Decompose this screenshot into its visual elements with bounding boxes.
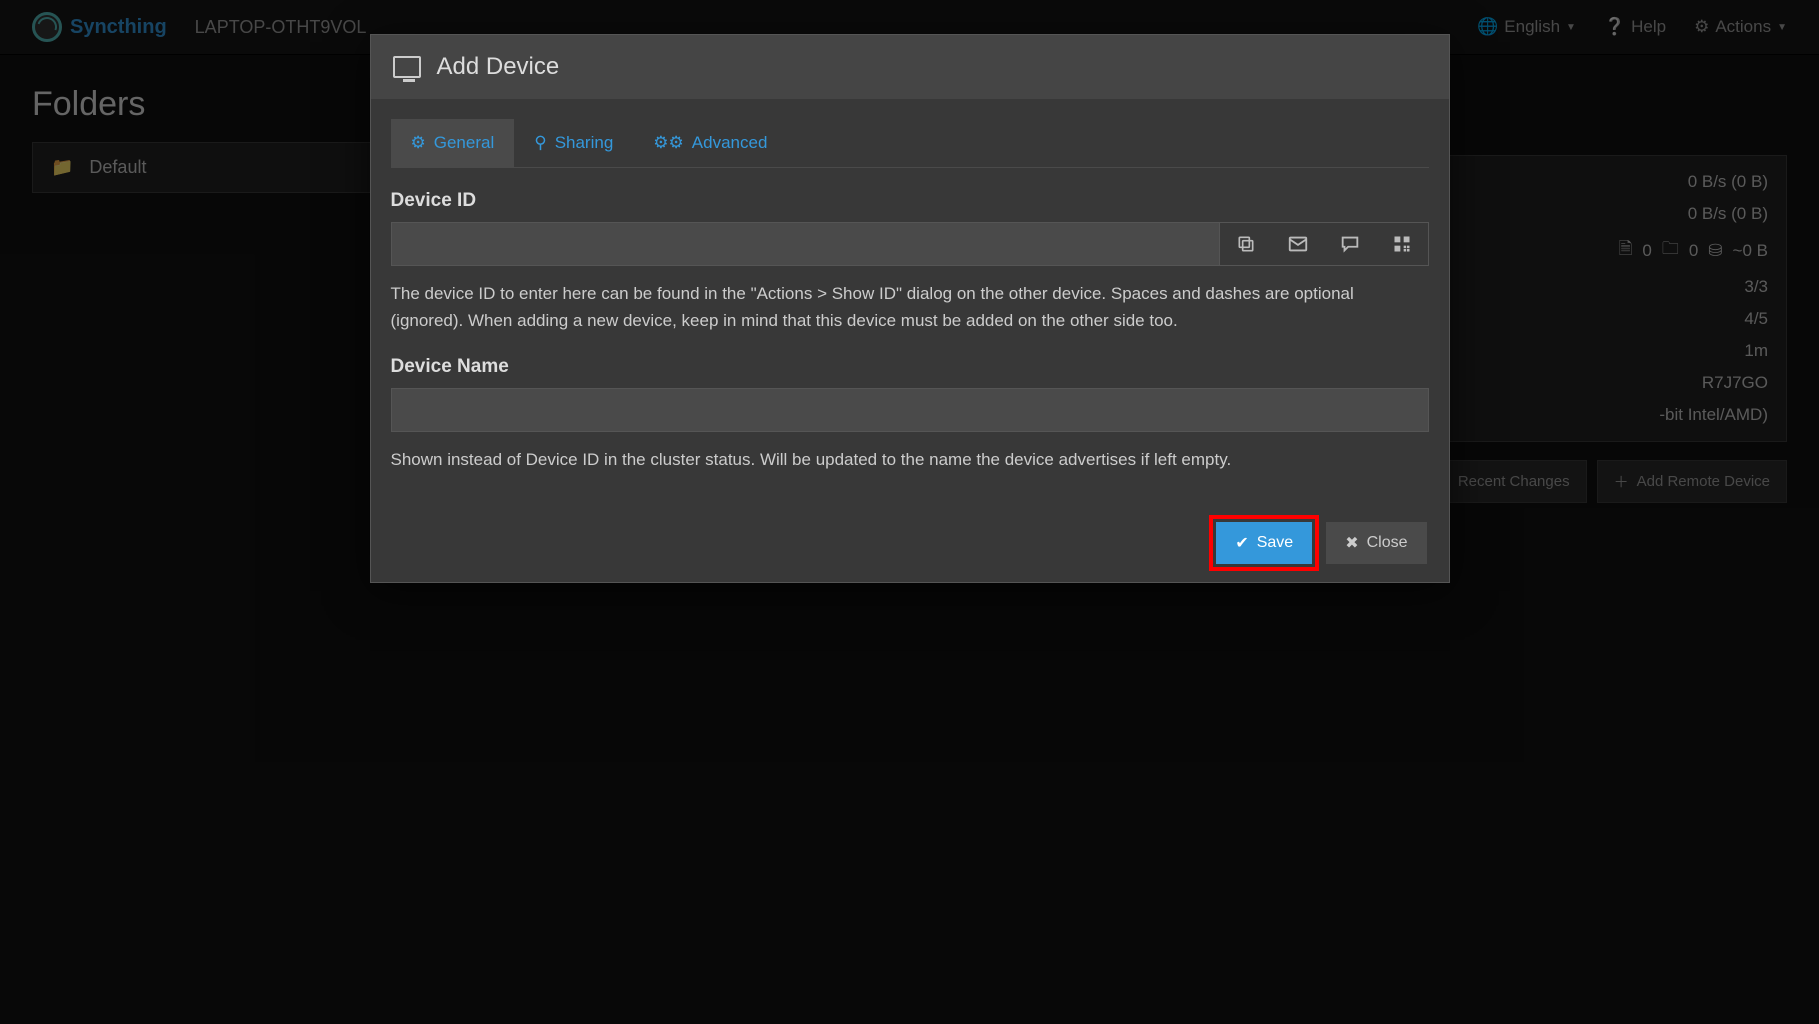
device-id-icon-buttons xyxy=(1220,222,1429,266)
device-id-input-group xyxy=(391,222,1429,266)
modal-footer: ✔ Save ✖ Close xyxy=(371,504,1449,582)
check-icon: ✔ xyxy=(1235,533,1248,553)
cog-icon: ⚙ xyxy=(411,133,426,153)
device-name-help: Shown instead of Device ID in the cluste… xyxy=(391,446,1429,473)
tab-general[interactable]: ⚙ General xyxy=(391,119,515,167)
add-device-modal: Add Device ⚙ General ⚲ Sharing ⚙⚙ Advanc… xyxy=(370,34,1450,583)
save-button[interactable]: ✔ Save xyxy=(1216,522,1312,564)
close-button[interactable]: ✖ Close xyxy=(1326,522,1426,564)
device-name-input[interactable] xyxy=(391,388,1429,432)
tab-general-label: General xyxy=(434,133,494,153)
device-name-label: Device Name xyxy=(391,356,1429,378)
modal-overlay: Add Device ⚙ General ⚲ Sharing ⚙⚙ Advanc… xyxy=(0,0,1819,1024)
modal-body: ⚙ General ⚲ Sharing ⚙⚙ Advanced Device I… xyxy=(371,119,1449,504)
modal-header: Add Device xyxy=(371,35,1449,99)
share-icon: ⚲ xyxy=(534,133,546,153)
modal-tabs: ⚙ General ⚲ Sharing ⚙⚙ Advanced xyxy=(391,119,1429,168)
device-id-help: The device ID to enter here can be found… xyxy=(391,280,1429,334)
tab-sharing[interactable]: ⚲ Sharing xyxy=(514,119,633,167)
tab-advanced[interactable]: ⚙⚙ Advanced xyxy=(633,119,787,167)
close-button-label: Close xyxy=(1367,534,1408,552)
cogs-icon: ⚙⚙ xyxy=(653,133,683,153)
chat-icon[interactable] xyxy=(1324,223,1376,265)
close-icon: ✖ xyxy=(1345,533,1358,553)
tab-advanced-label: Advanced xyxy=(692,133,768,153)
mail-icon[interactable] xyxy=(1272,223,1324,265)
monitor-icon xyxy=(393,56,421,78)
device-id-input[interactable] xyxy=(391,222,1220,266)
modal-title: Add Device xyxy=(437,53,560,81)
tab-sharing-label: Sharing xyxy=(555,133,614,153)
save-button-label: Save xyxy=(1257,534,1293,552)
copy-icon[interactable] xyxy=(1220,223,1272,265)
device-id-label: Device ID xyxy=(391,190,1429,212)
qrcode-icon[interactable] xyxy=(1376,223,1428,265)
